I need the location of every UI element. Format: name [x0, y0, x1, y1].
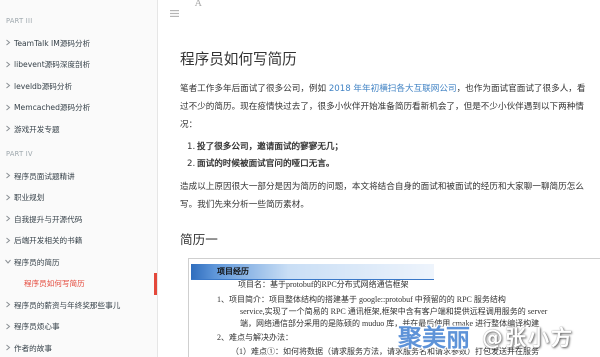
- hamburger-menu-icon[interactable]: [170, 2, 179, 17]
- resume-line: service,实现了一个简易的 RPC 通讯框架,框架中含有客户端和提供远程调…: [240, 307, 548, 316]
- sidebar-item-teamtalk[interactable]: TeamTalk IM源码分析: [0, 33, 157, 55]
- sidebar-item-label: libevent源码深度剖析: [14, 60, 91, 69]
- chevron-right-icon: [5, 172, 11, 179]
- resume-line: 1、项目简介：项目整体结构的搭建基于 google::protobuf 中预留的…: [217, 295, 506, 304]
- active-indicator: [154, 273, 157, 295]
- chevron-down-icon: [5, 258, 11, 265]
- sidebar-item-label: leveldb源码分析: [14, 81, 73, 91]
- sidebar-item-libevent[interactable]: libevent源码深度剖析: [0, 54, 157, 76]
- chevron-right-icon: [5, 237, 11, 244]
- paragraph-line: 写。我们先来分析一些简历素材。: [180, 200, 309, 210]
- sidebar-item-memcached[interactable]: Memcached源码分析: [0, 97, 157, 119]
- sidebar-item-label: 职业规划: [14, 193, 45, 202]
- resume-line: 2、难点与解决办法：: [217, 333, 293, 342]
- sidebar-item-author-story[interactable]: 作者的故事: [0, 338, 157, 357]
- article-area: A 程序员如何写简历 笔者工作多年后面试了很多公司，例如 2018 年年初横扫各…: [159, 0, 600, 357]
- paragraph-line: 过不少的简历。现在疫情快过去了，很多小伙伴开始准备简历看新机会了，但是不少小伙伴…: [180, 102, 584, 112]
- sidebar-item-label: TeamTalk IM源码分析: [14, 38, 91, 48]
- sidebar-item-interview-questions[interactable]: 程序员面试题精讲: [0, 166, 157, 188]
- list-item-text: 投了很多公司，邀请面试的寥寥无几；: [197, 142, 344, 152]
- sidebar-item-label: 作者的故事: [14, 343, 52, 353]
- chevron-right-icon: [5, 61, 11, 68]
- chevron-right-icon: [5, 82, 11, 89]
- chevron-right-icon: [5, 323, 11, 330]
- sidebar-item-salary[interactable]: 程序员的薪资与年终奖那些事儿: [0, 295, 157, 317]
- sidebar-item-label: 自我提升与开源代码: [14, 214, 83, 224]
- paragraph-line: 况：: [180, 120, 198, 130]
- chevron-right-icon: [5, 301, 11, 308]
- chevron-right-icon: [5, 125, 11, 132]
- paragraph-line: 造成以上原因很大一部分是因为简历的问题，本文将结合自身的面试和被面试的经历和大家…: [180, 182, 584, 192]
- interview-sweep-link[interactable]: 2018 年年初横扫各大互联网公司: [329, 84, 457, 94]
- list-number: 1.: [187, 142, 196, 152]
- sidebar-item-career-planning[interactable]: 职业规划: [0, 187, 157, 209]
- font-settings-icon[interactable]: A: [195, 0, 202, 10]
- sidebar-item-self-improvement[interactable]: 自我提升与开源代码: [0, 209, 157, 231]
- sidebar-item-how-to-write-resume[interactable]: 程序员如何写简历: [0, 273, 157, 295]
- sidebar-item-resume[interactable]: 程序员的简历: [0, 252, 157, 274]
- paragraph-line: 笔者工作多年后面试了很多公司，例如 2018 年年初横扫各大互联网公司，也作为面…: [180, 80, 585, 98]
- chevron-right-icon: [5, 344, 11, 351]
- sidebar-item-label: 后端开发相关的书籍: [14, 236, 83, 245]
- sidebar-item-label: 程序员的薪资与年终奖那些事儿: [14, 300, 121, 310]
- watermark-handle: @张小方: [482, 326, 574, 350]
- page-title: 程序员如何写简历: [180, 51, 297, 68]
- list-item: 1. 投了很多公司，邀请面试的寥寥无几；: [187, 139, 343, 156]
- sidebar-item-worries[interactable]: 程序员烦心事: [0, 316, 157, 338]
- problem-list: 1. 投了很多公司，邀请面试的寥寥无几； 2. 面试的时候被面试官问的哑口无言。: [187, 139, 343, 173]
- list-number: 2.: [187, 159, 196, 169]
- resume-section-title: 项目经历: [217, 267, 249, 276]
- resume-line: 项目名：基于protobuf的RPC分布式网络通信框架: [238, 280, 409, 289]
- chevron-right-icon: [5, 104, 11, 111]
- sidebar-nav: PART III TeamTalk IM源码分析 libevent源码深度剖析 …: [0, 0, 158, 357]
- sidebar-item-label: 程序员面试题精讲: [14, 171, 75, 181]
- sidebar-item-backend-books[interactable]: 后端开发相关的书籍: [0, 230, 157, 252]
- sidebar-item-label: 程序员烦心事: [14, 322, 60, 331]
- list-item-text: 面试的时候被面试官问的哑口无言。: [197, 159, 335, 169]
- chevron-right-icon: [5, 215, 11, 222]
- paragraph-text: ，也作为面试官面试了很多人，看: [456, 84, 586, 94]
- chevron-right-icon: [5, 194, 11, 201]
- list-item: 2. 面试的时候被面试官问的哑口无言。: [187, 156, 343, 173]
- sidebar-part-header: PART IV: [6, 150, 33, 158]
- sidebar-item-label: 程序员的简历: [14, 257, 60, 267]
- sidebar-item-label: 游戏开发专题: [14, 124, 60, 134]
- cause-paragraph: 造成以上原因很大一部分是因为简历的问题，本文将结合自身的面试和被面试的经历和大家…: [180, 178, 584, 214]
- sidebar-item-leveldb[interactable]: leveldb源码分析: [0, 76, 157, 98]
- sidebar-item-game-dev[interactable]: 游戏开发专题: [0, 119, 157, 141]
- intro-paragraph: 笔者工作多年后面试了很多公司，例如 2018 年年初横扫各大互联网公司，也作为面…: [180, 80, 585, 134]
- sidebar-item-label: Memcached源码分析: [14, 103, 91, 112]
- sidebar-part-header: PART III: [6, 17, 33, 25]
- section-heading: 简历一: [180, 232, 218, 247]
- sidebar-item-label: 程序员如何写简历: [24, 279, 85, 288]
- chevron-right-icon: [5, 39, 11, 46]
- watermark-site: 聚美丽: [398, 324, 470, 352]
- paragraph-text: 笔者工作多年后面试了很多公司，例如: [180, 84, 329, 94]
